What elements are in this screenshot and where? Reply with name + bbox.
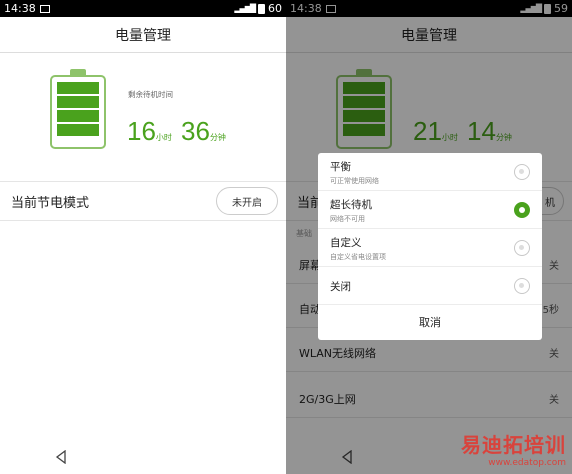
radio-icon[interactable] (514, 278, 530, 294)
radio-icon[interactable] (514, 240, 530, 256)
battery-level-icon (50, 75, 106, 149)
status-bar: 14:38 ▂▄▆█ 60 (0, 0, 286, 17)
option-off[interactable]: 关闭 (318, 267, 542, 305)
image-notification-icon (39, 5, 50, 13)
radio-icon[interactable] (514, 164, 530, 180)
option-subtitle: 网络不可用 (330, 215, 365, 223)
watermark-url: www.edatop.com (488, 458, 566, 468)
hours-unit: 小时 (155, 133, 172, 142)
option-custom[interactable]: 自定义 自定义省电设置项 (318, 229, 542, 267)
power-saving-mode-label: 当前节电模式 (11, 195, 90, 211)
status-time: 14:38 (4, 2, 36, 15)
option-title: 超长待机 (330, 199, 372, 211)
option-title: 平衡 (330, 161, 351, 173)
power-saving-mode-row: 当前节电模式 未开启 (0, 181, 286, 221)
navigation-bar (0, 440, 286, 474)
minutes-unit: 分钟 (209, 133, 226, 142)
minutes-value: 36 (181, 116, 210, 146)
option-ultra-standby[interactable]: 超长待机 网络不可用 (318, 191, 542, 229)
option-subtitle: 可正常使用网络 (330, 177, 379, 185)
watermark-logo: 易迪拓培训 www.edatop.com (461, 429, 566, 468)
page-title: 电量管理 (0, 17, 286, 53)
power-mode-dialog: 平衡 可正常使用网络 超长待机 网络不可用 自定义 自定义省电设置项 关闭 取消 (318, 153, 542, 340)
power-saving-mode-button[interactable]: 未开启 (216, 187, 278, 215)
watermark-brand: 易迪拓培训 (461, 433, 566, 457)
right-screen: 14:38 ▂▄▆█ 59 电量管理 21小时 14分钟 当前 机 基础 屏幕 … (286, 0, 572, 474)
cancel-button[interactable]: 取消 (318, 304, 542, 340)
battery-status-icon (258, 3, 265, 14)
status-battery-percent: 60 (268, 2, 282, 15)
remaining-time-label: 剩余待机时间 (128, 90, 173, 99)
left-screen: 14:38 ▂▄▆█ 60 电量管理 剩余待机时间 16小时 36分钟 当前节电… (0, 0, 286, 474)
remaining-time: 16小时 36分钟 (127, 116, 230, 147)
option-balanced[interactable]: 平衡 可正常使用网络 (318, 153, 542, 191)
back-icon[interactable] (54, 450, 68, 464)
hours-value: 16 (127, 116, 156, 146)
signal-icon: ▂▄▆█ (234, 4, 256, 13)
radio-selected-icon[interactable] (514, 202, 530, 218)
option-title: 关闭 (330, 281, 351, 293)
option-subtitle: 自定义省电设置项 (330, 253, 386, 261)
option-title: 自定义 (330, 237, 362, 249)
